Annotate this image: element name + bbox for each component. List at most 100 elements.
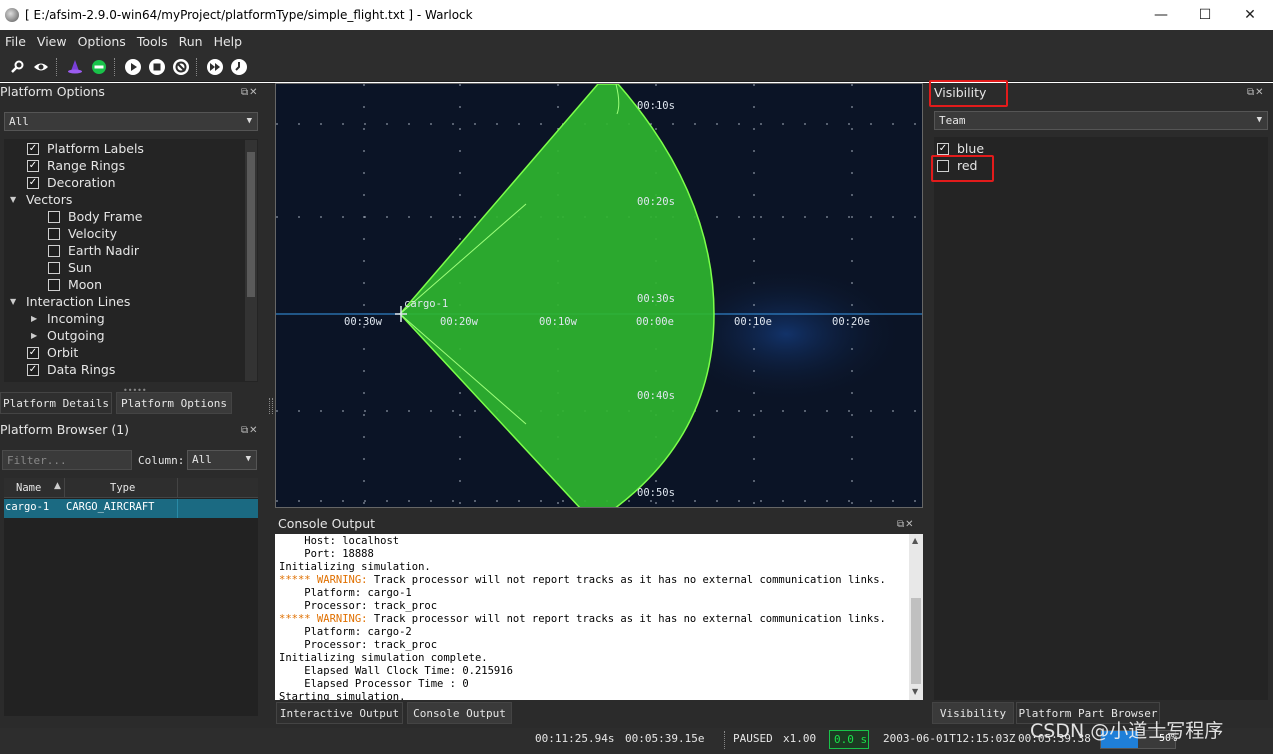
console-output-text[interactable]: Host: localhost Port: 18888 Initializing … [275, 534, 909, 700]
tree-item[interactable]: ✓ Range Rings [10, 157, 125, 174]
close-button[interactable]: ✕ [1227, 0, 1273, 30]
tree-item[interactable]: Velocity [31, 225, 117, 242]
checkbox-unchecked-icon[interactable] [48, 210, 60, 223]
checkbox-checked-icon[interactable]: ✓ [937, 142, 949, 155]
tree-item[interactable]: ✓ Decoration [10, 174, 116, 191]
tree-item[interactable]: Sun [31, 259, 92, 276]
fast-forward-icon[interactable] [204, 56, 226, 78]
maximize-button[interactable]: ☐ [1182, 0, 1228, 30]
tree-item[interactable]: ▼ Vectors [10, 191, 72, 208]
menu-help[interactable]: Help [209, 34, 249, 49]
dock-float-close-icon[interactable]: ⧉✕ [241, 87, 259, 98]
tree-item[interactable]: ✓ Orbit [10, 344, 78, 361]
checkbox-unchecked-icon[interactable] [48, 244, 60, 257]
tree-item-label: Incoming [47, 311, 105, 326]
minimize-button[interactable]: — [1138, 0, 1184, 30]
dock-float-close-icon[interactable]: ⧉✕ [897, 519, 915, 530]
wizard-icon[interactable] [64, 56, 86, 78]
tree-item-label: Platform Labels [47, 141, 144, 156]
checkbox-checked-icon[interactable]: ✓ [27, 176, 39, 189]
sim-speed: x1.00 [783, 732, 817, 745]
menu-view[interactable]: View [32, 34, 73, 49]
lat-label: 00:30s [637, 293, 675, 305]
window-title: [ E:/afsim-2.9.0-win64/myProject/platfor… [25, 8, 473, 22]
column-header-name[interactable]: Name [16, 482, 41, 494]
collapse-arrow-icon[interactable]: ▶ [31, 314, 41, 323]
visibility-filter[interactable]: Team ▼ [934, 111, 1268, 130]
platform-label[interactable]: cargo-1 [404, 298, 448, 310]
lon-label: 00:10w [539, 316, 577, 328]
tree-item[interactable]: ▼ Interaction Lines [10, 293, 130, 310]
tree-item-label: Interaction Lines [26, 294, 131, 309]
eye-icon[interactable] [30, 56, 52, 78]
tree-item[interactable]: ✓ Data Rings [10, 361, 115, 378]
dock-float-close-icon[interactable]: ⧉✕ [1247, 87, 1265, 98]
menu-options[interactable]: Options [73, 34, 132, 49]
visibility-list [934, 137, 1268, 700]
stop-icon[interactable] [146, 56, 168, 78]
tree-item[interactable]: Body Frame [31, 208, 142, 225]
column-select[interactable]: All ▼ [187, 450, 257, 470]
console-title: Console Output [278, 516, 376, 531]
checkbox-unchecked-icon[interactable] [48, 278, 60, 291]
tree-item[interactable]: ▶ Incoming [31, 310, 105, 327]
checkbox-checked-icon[interactable]: ✓ [27, 346, 39, 359]
tree-scrollbar[interactable] [245, 140, 257, 381]
console-scrollbar[interactable]: ▲ ▼ [909, 534, 923, 700]
tab-interactive-output[interactable]: Interactive Output [276, 702, 403, 724]
platform-filter-input[interactable]: Filter... [2, 450, 132, 470]
tree-item[interactable]: Moon [31, 276, 102, 293]
console-line-text: Processor: track_proc [279, 600, 438, 612]
scrollbar-thumb[interactable] [247, 152, 255, 297]
map-view[interactable]: cargo-1 00:30w 00:20w 00:10w 00:00e 00:1… [275, 83, 923, 508]
connect-icon[interactable] [88, 56, 110, 78]
scrollbar-thumb[interactable] [911, 598, 921, 684]
clock-icon[interactable] [228, 56, 250, 78]
lon-label: 00:30w [344, 316, 382, 328]
tree-item-label: Earth Nadir [68, 243, 140, 258]
console-line-text: Processor: track_proc [279, 639, 438, 651]
tab-platform-options[interactable]: Platform Options [116, 392, 232, 414]
console-line-text: Track processor will not report tracks a… [367, 613, 886, 625]
collapse-arrow-icon[interactable]: ▶ [31, 331, 41, 340]
checkbox-checked-icon[interactable]: ✓ [27, 142, 39, 155]
scroll-down-icon[interactable]: ▼ [912, 687, 918, 696]
platform-options-filter[interactable]: All ▼ [4, 112, 258, 131]
checkbox-checked-icon[interactable]: ✓ [27, 159, 39, 172]
expand-arrow-icon[interactable]: ▼ [10, 195, 20, 204]
lon-label: 00:10e [734, 316, 772, 328]
column-header-type[interactable]: Type [110, 482, 135, 494]
highlight-box [931, 155, 994, 182]
checkbox-unchecked-icon[interactable] [48, 227, 60, 240]
menu-run[interactable]: Run [174, 34, 209, 49]
lat-label: 00:10s [637, 100, 675, 112]
lag-indicator: 0.0 s [829, 730, 869, 749]
console-line-text: Initializing simulation complete. [279, 652, 488, 664]
tab-platform-details[interactable]: Platform Details [0, 392, 112, 414]
column-label: Column: [138, 454, 185, 467]
checkbox-unchecked-icon[interactable] [48, 261, 60, 274]
tab-visibility[interactable]: Visibility [932, 702, 1014, 724]
tree-item[interactable]: ✓ Platform Labels [10, 140, 144, 157]
tree-item[interactable]: ▶ Outgoing [31, 327, 105, 344]
scroll-up-icon[interactable]: ▲ [912, 536, 918, 545]
checkbox-checked-icon[interactable]: ✓ [27, 363, 39, 376]
app-icon [5, 8, 19, 22]
menu-file[interactable]: File [0, 34, 32, 49]
dock-float-close-icon[interactable]: ⧉✕ [241, 425, 259, 436]
tab-console-output[interactable]: Console Output [407, 702, 512, 724]
lat-label: 00:50s [637, 487, 675, 499]
expand-arrow-icon[interactable]: ▼ [10, 297, 20, 306]
map-canvas[interactable] [276, 84, 923, 508]
play-icon[interactable] [122, 56, 144, 78]
toolbar-separator [196, 57, 198, 76]
console-line: Platform: cargo-2 [279, 626, 909, 639]
search-icon[interactable] [6, 56, 28, 78]
table-row[interactable]: cargo-1 CARGO_AIRCRAFT [4, 499, 258, 518]
splitter-handle[interactable]: ••••• [123, 386, 147, 395]
restart-icon[interactable] [170, 56, 192, 78]
sort-asc-icon: ▲ [54, 481, 61, 491]
tree-item[interactable]: Earth Nadir [31, 242, 139, 259]
menu-tools[interactable]: Tools [132, 34, 174, 49]
visibility-filter-value: Team [939, 114, 966, 127]
